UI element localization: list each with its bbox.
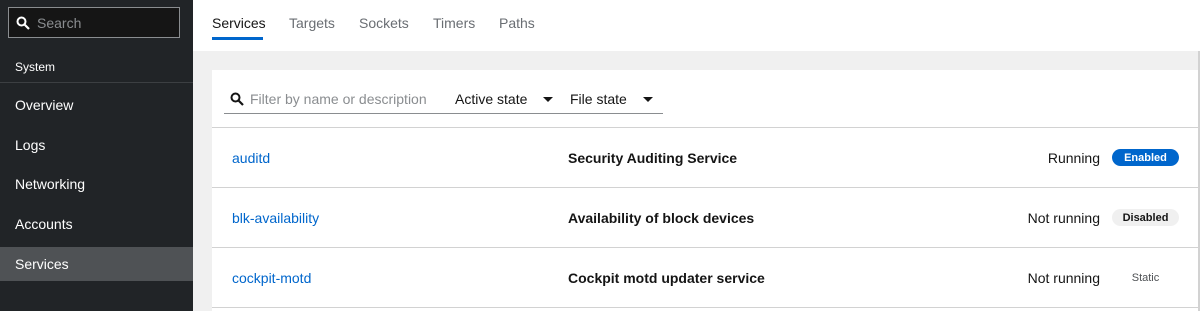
tab-targets[interactable]: Targets (289, 15, 335, 31)
service-description: Availability of block devices (568, 210, 755, 226)
sidebar-item-services[interactable]: Services (0, 247, 193, 281)
toolbar: Filter by name or description Active sta… (212, 70, 1200, 128)
active-state-dropdown[interactable]: Active state (448, 85, 563, 114)
sidebar-search-placeholder: Search (37, 14, 82, 31)
active-tab-indicator (212, 37, 263, 40)
active-state-label: Active state (455, 91, 528, 107)
file-state-dropdown[interactable]: File state (563, 85, 663, 114)
tab-paths[interactable]: Paths (499, 15, 535, 31)
service-name-link[interactable]: cockpit-motd (232, 270, 311, 286)
caret-down-icon (543, 97, 553, 102)
status-badge: Enabled (1112, 149, 1179, 166)
services-panel: Filter by name or description Active sta… (212, 70, 1200, 311)
tab-sockets[interactable]: Sockets (359, 15, 409, 31)
service-description: Security Auditing Service (568, 150, 738, 166)
table-row[interactable]: cockpit-motd Cockpit motd updater servic… (212, 248, 1200, 308)
sidebar-search-input[interactable]: Search (8, 7, 180, 38)
status-badge: Static (1131, 271, 1160, 284)
tabs-bar (193, 0, 1200, 51)
file-state-label: File state (570, 91, 627, 107)
search-icon (230, 92, 244, 106)
search-icon (16, 16, 30, 30)
sidebar-item-networking[interactable]: Networking (0, 167, 193, 201)
section-label-system: System (15, 60, 56, 74)
service-name-link[interactable]: blk-availability (232, 210, 319, 226)
table-row[interactable]: auditd Security Auditing Service Running… (212, 128, 1200, 188)
service-name-link[interactable]: auditd (232, 150, 270, 166)
sidebar-item-logs[interactable]: Logs (0, 128, 193, 162)
service-state: Not running (1027, 210, 1100, 226)
caret-down-icon (643, 97, 653, 102)
service-state: Not running (1027, 270, 1100, 286)
sidebar: Search System Overview Logs Networking A… (0, 0, 193, 311)
tab-services[interactable]: Services (212, 15, 266, 31)
sidebar-divider (0, 82, 193, 83)
status-badge: Disabled (1112, 209, 1179, 226)
filter-input[interactable]: Filter by name or description (224, 85, 454, 114)
table-row[interactable]: blk-availability Availability of block d… (212, 188, 1200, 248)
filter-placeholder: Filter by name or description (250, 91, 427, 107)
service-state: Running (1047, 150, 1100, 166)
service-description: Cockpit motd updater service (568, 270, 765, 286)
tab-timers[interactable]: Timers (433, 15, 475, 31)
sidebar-item-accounts[interactable]: Accounts (0, 207, 193, 241)
sidebar-item-overview[interactable]: Overview (0, 88, 193, 122)
